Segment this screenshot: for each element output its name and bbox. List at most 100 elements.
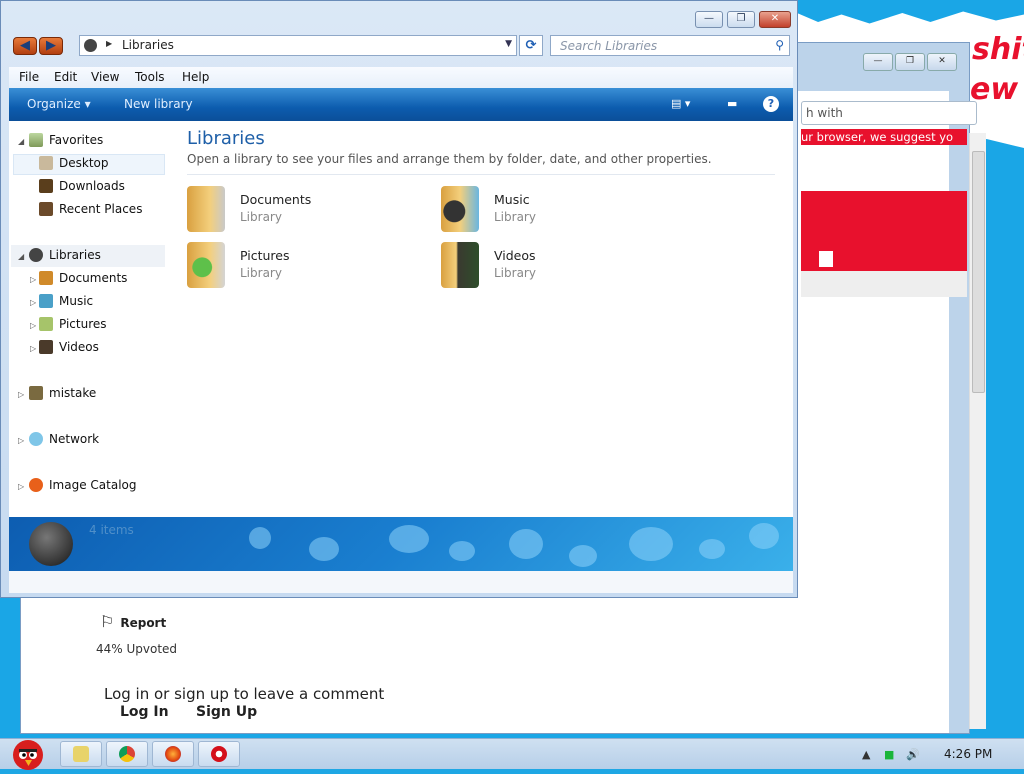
nav-videos[interactable]: Videos bbox=[39, 340, 99, 354]
nav-favorites-label: Favorites bbox=[49, 133, 104, 147]
page-title: Libraries bbox=[187, 128, 265, 149]
downloads-icon bbox=[39, 179, 53, 193]
documents-library-icon bbox=[187, 186, 225, 232]
search-icon[interactable]: ⚲ bbox=[775, 38, 784, 52]
taskbar-chrome[interactable] bbox=[106, 741, 148, 767]
nav-image-catalog[interactable]: Image Catalog bbox=[29, 478, 136, 492]
menu-help[interactable]: Help bbox=[182, 70, 209, 84]
menu-view[interactable]: View bbox=[91, 70, 119, 84]
documents-icon bbox=[39, 271, 53, 285]
breadcrumb-arrow-icon[interactable]: ▶ bbox=[106, 39, 112, 48]
maximize-button[interactable]: ❐ bbox=[727, 11, 755, 28]
library-pictures[interactable]: Pictures Library bbox=[187, 242, 407, 290]
preview-pane-icon[interactable]: ▬ bbox=[727, 97, 737, 110]
menu-file[interactable]: File bbox=[19, 70, 39, 84]
chrome-icon bbox=[119, 746, 135, 762]
expand-favorites-icon[interactable]: ◢ bbox=[18, 137, 24, 146]
menu-bar: File Edit View Tools Help bbox=[9, 67, 793, 88]
expand-documents-icon[interactable]: ▷ bbox=[30, 275, 36, 284]
nav-desktop[interactable]: Desktop bbox=[39, 156, 109, 170]
battery-icon[interactable]: ■ bbox=[884, 748, 894, 761]
close-button[interactable]: ✕ bbox=[759, 11, 791, 28]
network-icon bbox=[29, 432, 43, 446]
music-library-icon bbox=[441, 186, 479, 232]
view-options-icon[interactable]: ▤ ▾ bbox=[671, 97, 690, 110]
menu-tools[interactable]: Tools bbox=[135, 70, 165, 84]
taskbar-explorer[interactable] bbox=[60, 741, 102, 767]
new-library-button[interactable]: New library bbox=[124, 97, 193, 111]
nav-network[interactable]: Network bbox=[29, 432, 99, 446]
expand-pictures-icon[interactable]: ▷ bbox=[30, 321, 36, 330]
nav-favorites[interactable]: Favorites bbox=[29, 133, 103, 147]
paper-text-1: shit bbox=[972, 32, 1024, 67]
nav-libraries[interactable]: Libraries bbox=[29, 248, 101, 262]
page-subtitle: Open a library to see your files and arr… bbox=[187, 152, 712, 166]
nav-pictures[interactable]: Pictures bbox=[39, 317, 107, 331]
library-music[interactable]: Music Library bbox=[441, 186, 661, 234]
recent-places-icon bbox=[39, 202, 53, 216]
taskbar-firefox[interactable] bbox=[152, 741, 194, 767]
bg-scrollbar[interactable] bbox=[969, 133, 986, 729]
signup-button[interactable]: Sign Up bbox=[196, 704, 257, 720]
expand-network-icon[interactable]: ▷ bbox=[18, 436, 24, 445]
show-hidden-icons[interactable]: ▲ bbox=[862, 748, 870, 761]
expand-videos-icon[interactable]: ▷ bbox=[30, 344, 36, 353]
nav-videos-label: Videos bbox=[59, 340, 99, 354]
volume-icon[interactable]: 🔊 bbox=[906, 748, 920, 761]
expand-music-icon[interactable]: ▷ bbox=[30, 298, 36, 307]
report-label: Report bbox=[120, 616, 167, 630]
report-button[interactable]: ⚐ Report bbox=[100, 612, 166, 631]
bg-close-button[interactable]: ✕ bbox=[927, 53, 957, 71]
expand-libraries-icon[interactable]: ◢ bbox=[18, 252, 24, 261]
library-videos[interactable]: Videos Library bbox=[441, 242, 661, 290]
system-clock[interactable]: 4:26 PM bbox=[944, 747, 992, 761]
address-dropdown-icon[interactable]: ▼ bbox=[505, 39, 512, 49]
search-placeholder: Search Libraries bbox=[560, 39, 658, 53]
nav-pictures-label: Pictures bbox=[59, 317, 107, 331]
start-button[interactable] bbox=[4, 733, 48, 771]
nav-recent-places[interactable]: Recent Places bbox=[39, 202, 142, 216]
address-text[interactable]: Libraries bbox=[122, 38, 174, 52]
bg-browser-warning: ur browser, we suggest yo bbox=[801, 129, 967, 145]
menu-edit[interactable]: Edit bbox=[54, 70, 77, 84]
help-icon[interactable]: ? bbox=[763, 96, 779, 112]
opera-icon bbox=[211, 746, 227, 762]
bg-red-block bbox=[801, 191, 967, 271]
library-name: Music bbox=[494, 192, 530, 207]
library-name: Pictures bbox=[240, 248, 290, 263]
search-input[interactable]: Search Libraries ⚲ bbox=[550, 35, 790, 56]
nav-downloads-label: Downloads bbox=[59, 179, 125, 193]
library-type: Library bbox=[494, 210, 536, 224]
command-bar: Organize ▾ New library ▤ ▾ ▬ ? bbox=[9, 88, 793, 121]
nav-documents[interactable]: Documents bbox=[39, 271, 127, 285]
back-button[interactable]: ◀ bbox=[13, 37, 37, 55]
nav-downloads[interactable]: Downloads bbox=[39, 179, 125, 193]
minimize-button[interactable]: — bbox=[695, 11, 723, 28]
expand-image-catalog-icon[interactable]: ▷ bbox=[18, 482, 24, 491]
flag-icon: ⚐ bbox=[100, 612, 115, 631]
bg-search-input[interactable]: h with bbox=[801, 101, 977, 125]
library-documents[interactable]: Documents Library bbox=[187, 186, 407, 234]
videos-library-icon bbox=[441, 242, 479, 288]
nav-music-label: Music bbox=[59, 294, 94, 308]
login-button[interactable]: Log In bbox=[120, 704, 169, 720]
expand-mistake-icon[interactable]: ▷ bbox=[18, 390, 24, 399]
paper-text-2: ew bbox=[970, 72, 1019, 107]
organize-button[interactable]: Organize ▾ bbox=[27, 97, 91, 111]
details-pane: 4 items bbox=[9, 517, 793, 571]
bg-minimize-button[interactable]: — bbox=[863, 53, 893, 71]
taskbar-opera[interactable] bbox=[198, 741, 240, 767]
bg-maximize-button[interactable]: ❐ bbox=[895, 53, 925, 71]
explorer-window[interactable]: — ❐ ✕ ◀ ▶ ▶ Libraries ▼ ⟳ Search Librari… bbox=[0, 0, 798, 598]
bg-scroll-thumb[interactable] bbox=[972, 151, 985, 393]
upvoted-percentage: 44% Upvoted bbox=[96, 642, 178, 656]
library-name: Documents bbox=[240, 192, 312, 207]
folder-icon bbox=[73, 746, 89, 762]
refresh-button[interactable]: ⟳ bbox=[519, 35, 543, 56]
videos-icon bbox=[39, 340, 53, 354]
nav-music[interactable]: Music bbox=[39, 294, 93, 308]
forward-button[interactable]: ▶ bbox=[39, 37, 63, 55]
library-type: Library bbox=[240, 266, 282, 280]
nav-mistake[interactable]: mistake bbox=[29, 386, 96, 400]
address-bar[interactable]: ▶ Libraries ▼ bbox=[79, 35, 517, 56]
